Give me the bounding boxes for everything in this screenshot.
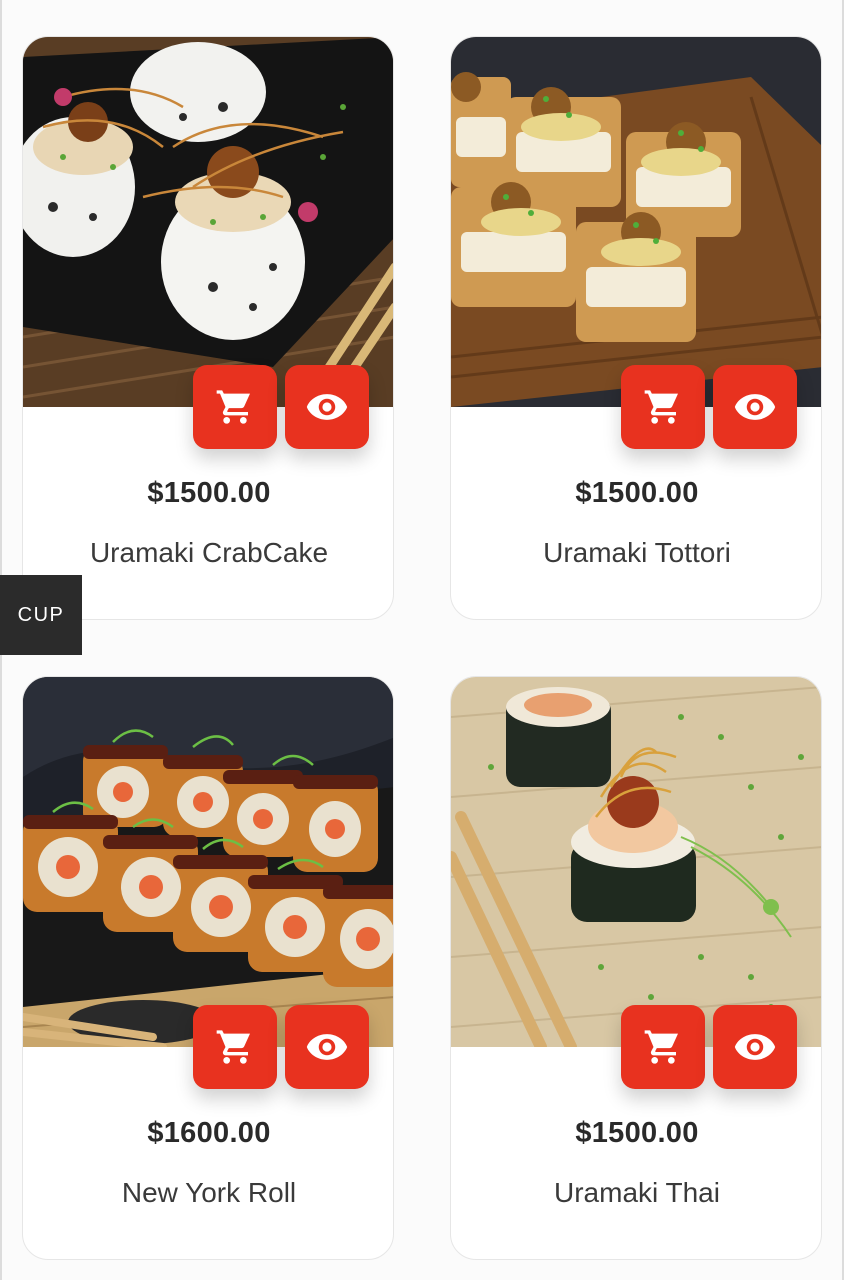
product-image[interactable] xyxy=(23,677,393,1047)
quick-view-button[interactable] xyxy=(285,365,369,449)
product-card-uramaki-tottori[interactable]: $1500.00 Uramaki Tottori xyxy=(450,36,822,620)
cart-icon xyxy=(644,390,678,424)
product-price: $1600.00 xyxy=(147,1117,271,1149)
quick-view-button[interactable] xyxy=(285,1005,369,1089)
cart-icon xyxy=(216,390,250,424)
product-image[interactable] xyxy=(23,37,393,407)
product-price: $1500.00 xyxy=(575,1117,699,1149)
eye-icon xyxy=(306,394,348,420)
product-card-uramaki-thai[interactable]: $1500.00 Uramaki Thai xyxy=(450,676,822,1260)
product-name[interactable]: Uramaki Thai xyxy=(451,1177,821,1209)
product-card-uramaki-crabcake[interactable]: $1500.00 Uramaki CrabCake xyxy=(22,36,394,620)
add-to-cart-button[interactable] xyxy=(193,1005,277,1089)
eye-icon xyxy=(306,1034,348,1060)
cart-icon xyxy=(644,1030,678,1064)
product-price: $1500.00 xyxy=(147,477,271,509)
cup-side-tab[interactable]: CUP xyxy=(0,575,82,655)
quick-view-button[interactable] xyxy=(713,1005,797,1089)
product-card-new-york-roll[interactable]: $1600.00 New York Roll xyxy=(22,676,394,1260)
product-price: $1500.00 xyxy=(575,477,699,509)
add-to-cart-button[interactable] xyxy=(621,1005,705,1089)
product-name[interactable]: Uramaki CrabCake xyxy=(23,537,393,569)
quick-view-button[interactable] xyxy=(713,365,797,449)
eye-icon xyxy=(734,394,776,420)
product-image[interactable] xyxy=(451,677,821,1047)
product-image[interactable] xyxy=(451,37,821,407)
product-name[interactable]: New York Roll xyxy=(23,1177,393,1209)
product-name[interactable]: Uramaki Tottori xyxy=(451,537,821,569)
eye-icon xyxy=(734,1034,776,1060)
add-to-cart-button[interactable] xyxy=(621,365,705,449)
cart-icon xyxy=(216,1030,250,1064)
add-to-cart-button[interactable] xyxy=(193,365,277,449)
